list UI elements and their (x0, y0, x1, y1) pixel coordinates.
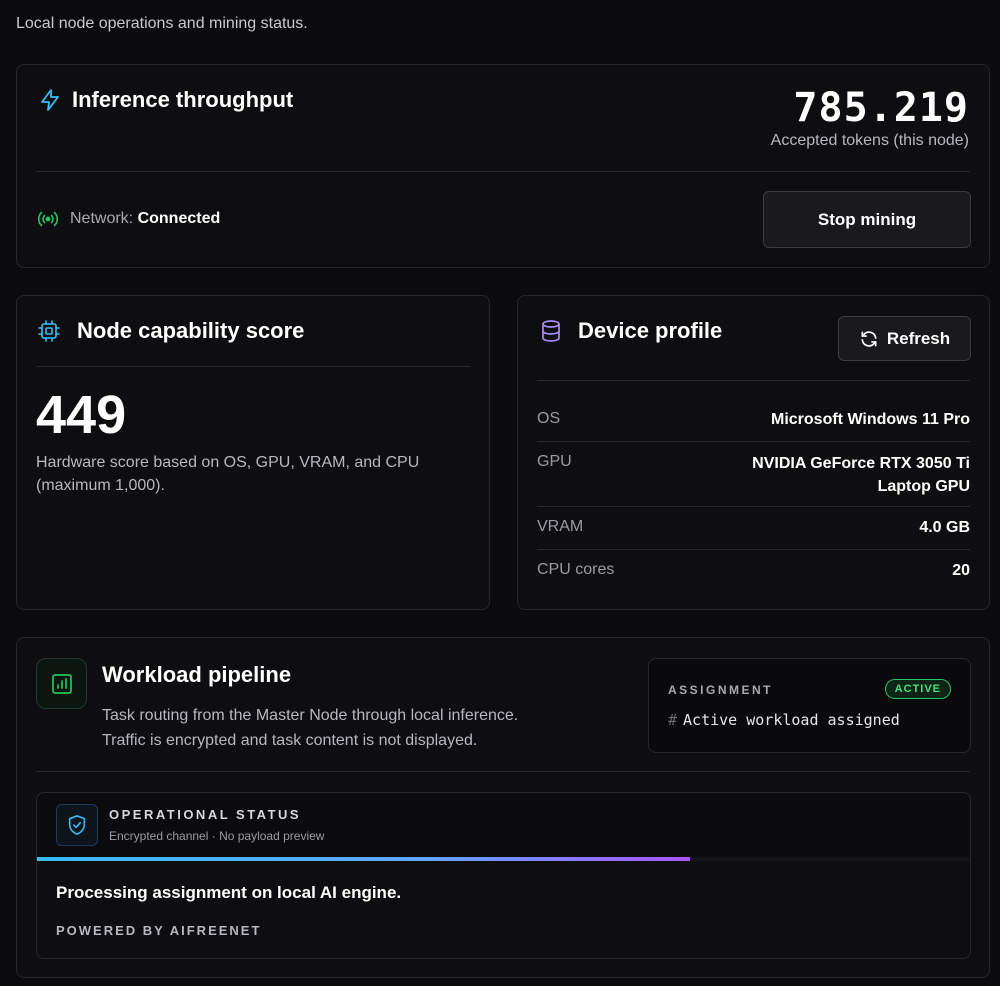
device-row-label: GPU (537, 453, 572, 470)
assignment-panel: ASSIGNMENT ACTIVE # Active workload assig… (648, 658, 971, 753)
workload-title: Workload pipeline (102, 662, 292, 687)
processing-message: Processing assignment on local AI engine… (56, 883, 402, 902)
token-count: 785.219 (793, 85, 969, 131)
assignment-text: # Active workload assigned (668, 711, 900, 729)
device-row-value: 20 (952, 562, 970, 579)
inference-throughput-card: Inference throughput 785.219 Accepted to… (16, 64, 990, 268)
divider (537, 380, 970, 381)
workload-icon-box (36, 658, 87, 709)
status-body (37, 861, 970, 958)
network-status-value: Connected (137, 210, 221, 227)
node-capability-title: Node capability score (77, 318, 305, 343)
lightning-icon (41, 89, 59, 111)
workload-description: Task routing from the Master Node throug… (102, 703, 518, 753)
signal-icon (37, 211, 59, 227)
device-profile-card: Device profile Refresh OS Microsoft Wind… (517, 295, 990, 610)
refresh-label: Refresh (886, 328, 951, 348)
device-row-label: CPU cores (537, 561, 615, 578)
stop-mining-button[interactable]: Stop mining (763, 191, 971, 248)
refresh-icon (861, 330, 877, 347)
device-row-value: Microsoft Windows 11 Pro (771, 411, 970, 428)
bar-chart-icon (51, 673, 72, 694)
shield-icon-box (56, 804, 98, 846)
device-row-value: 4.0 GB (919, 519, 970, 536)
inference-title: Inference throughput (72, 87, 294, 112)
network-status: Network: Connected (70, 210, 220, 228)
assignment-text-value: Active workload assigned (683, 711, 900, 729)
status-badge: ACTIVE (884, 679, 951, 699)
operational-status-panel: OPERATIONAL STATUS Encrypted channel · N… (36, 792, 971, 959)
operational-status-title: OPERATIONAL STATUS (109, 807, 302, 822)
node-capability-card: Node capability score 449 Hardware score… (16, 295, 490, 610)
assignment-label: ASSIGNMENT (668, 683, 774, 697)
operational-status-subtitle: Encrypted channel · No payload preview (109, 829, 325, 843)
device-profile-title: Device profile (578, 318, 723, 343)
device-row-label: OS (537, 410, 561, 427)
workload-description-line: Traffic is encrypted and task content is… (102, 732, 478, 749)
page-subtitle: Local node operations and mining status. (16, 15, 308, 32)
shield-check-icon (68, 815, 86, 835)
divider (36, 366, 470, 367)
divider (537, 549, 970, 550)
device-row-value: NVIDIA GeForce RTX 3050 Ti Laptop GPU (752, 455, 970, 495)
refresh-button[interactable]: Refresh (838, 316, 971, 361)
hash-icon: # (668, 711, 678, 729)
divider (36, 171, 970, 172)
capability-score: 449 (36, 385, 127, 445)
token-count-caption: Accepted tokens (this node) (770, 132, 969, 149)
database-icon (542, 320, 560, 342)
divider (537, 506, 970, 507)
workload-description-line: Task routing from the Master Node throug… (102, 707, 519, 724)
divider (537, 441, 970, 442)
capability-score-description: Hardware score based on OS, GPU, VRAM, a… (36, 454, 420, 494)
powered-by-label: POWERED BY AIFREENET (56, 923, 262, 938)
cpu-chip-icon (38, 320, 60, 342)
device-row-label: VRAM (537, 518, 584, 535)
divider (36, 771, 970, 772)
workload-pipeline-card: Workload pipeline Task routing from the … (16, 637, 990, 978)
network-status-prefix: Network: (70, 210, 134, 227)
